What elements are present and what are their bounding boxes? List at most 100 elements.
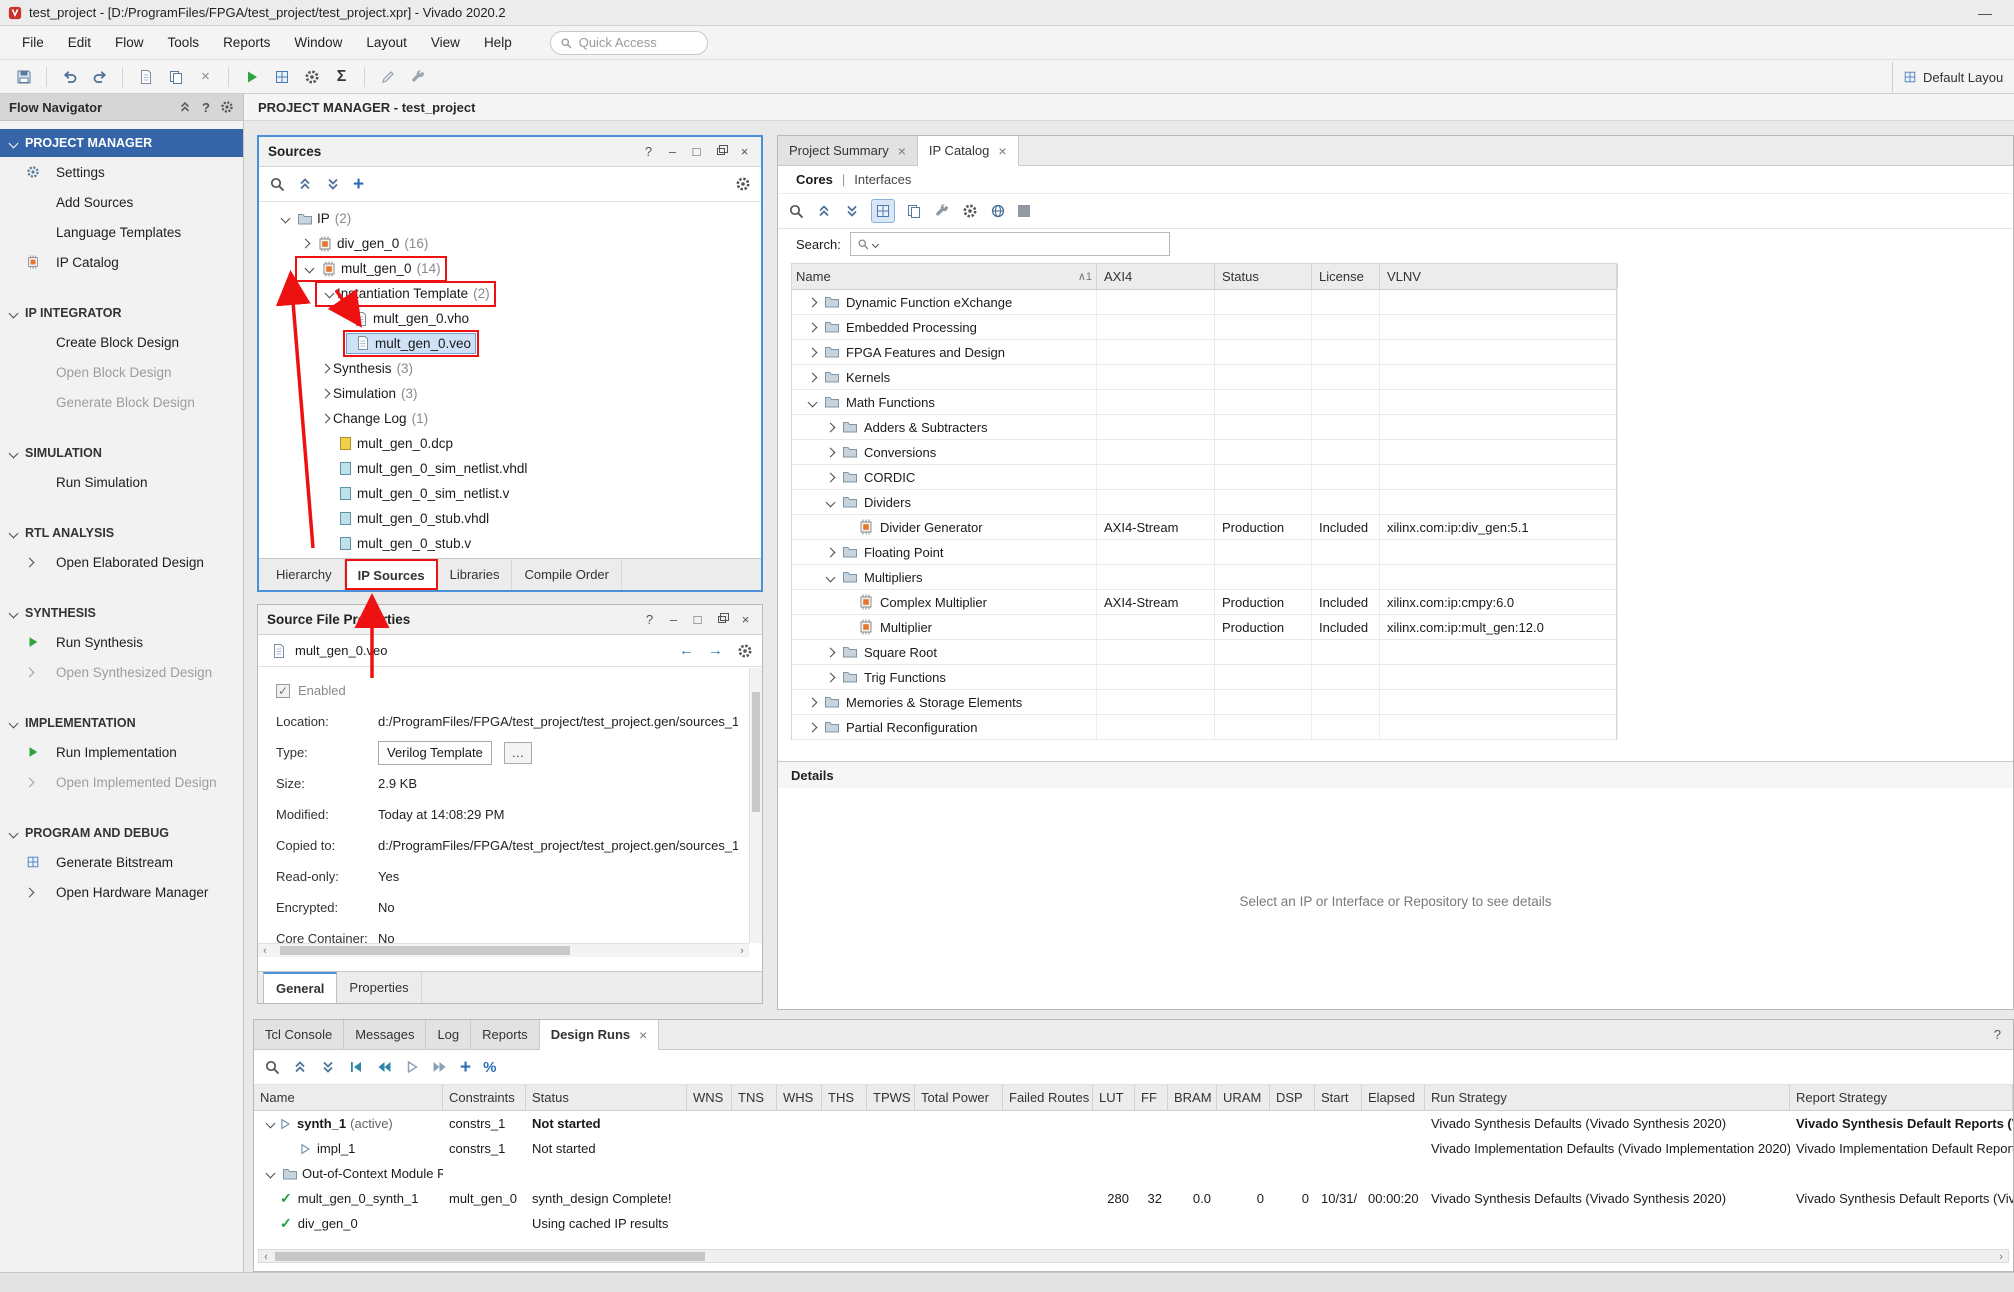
catalog-row-multipliers[interactable]: Multipliers (792, 565, 1616, 590)
menu-layout[interactable]: Layout (354, 26, 419, 59)
steps-icon[interactable] (268, 64, 295, 90)
expand-all-icon[interactable] (325, 176, 341, 192)
help-icon[interactable]: ? (641, 143, 656, 161)
menu-view[interactable]: View (419, 26, 472, 59)
column-header-elapsed[interactable]: Elapsed (1362, 1085, 1425, 1110)
selected-file[interactable]: mult_gen_0.veo (346, 333, 476, 354)
close-icon[interactable]: × (639, 1027, 647, 1043)
copy-icon[interactable] (162, 64, 189, 90)
sidebar-item-open-block-design[interactable]: Open Block Design (0, 357, 243, 387)
menu-file[interactable]: File (10, 26, 56, 59)
expander-icon[interactable] (807, 372, 817, 382)
subtab-interfaces[interactable]: Interfaces (854, 172, 911, 187)
expander-icon[interactable] (825, 547, 835, 557)
tree-item-synthesis[interactable]: Synthesis (3) (259, 356, 761, 381)
catalog-row-fpga-features[interactable]: FPGA Features and Design (792, 340, 1616, 365)
chevron-right-icon[interactable] (25, 777, 35, 787)
subtab-cores[interactable]: Cores (796, 172, 833, 187)
ellipsis-button[interactable]: … (504, 742, 532, 764)
menu-tools[interactable]: Tools (156, 26, 212, 59)
expander-icon[interactable] (807, 347, 817, 357)
sidebar-item-open-implemented-design[interactable]: Open Implemented Design (0, 767, 243, 797)
catalog-row-divider-generator[interactable]: Divider Generator AXI4-Stream Production… (792, 515, 1616, 540)
edit-icon[interactable] (374, 64, 401, 90)
tab-tcl-console[interactable]: Tcl Console (254, 1020, 344, 1049)
tree-item-instantiation-template[interactable]: Instantiation Template (2) (259, 281, 761, 306)
catalog-row-floating-point[interactable]: Floating Point (792, 540, 1616, 565)
tab-hierarchy[interactable]: Hierarchy (264, 559, 345, 590)
column-header-bram[interactable]: BRAM (1168, 1085, 1217, 1110)
scroll-right-icon[interactable]: › (1994, 1250, 2008, 1264)
catalog-row-trig-functions[interactable]: Trig Functions (792, 665, 1616, 690)
step-back-icon[interactable] (376, 1059, 392, 1075)
tree-item-mult-gen-0-veo[interactable]: mult_gen_0.veo (259, 331, 761, 356)
globe-icon[interactable] (990, 203, 1006, 219)
sidebar-item-generate-block-design[interactable]: Generate Block Design (0, 387, 243, 417)
scroll-left-icon[interactable]: ‹ (259, 1250, 273, 1264)
catalog-row-embedded-processing[interactable]: Embedded Processing (792, 315, 1616, 340)
expander-icon[interactable] (825, 447, 835, 457)
launch-run-icon[interactable] (404, 1059, 420, 1075)
column-header-whs[interactable]: WHS (777, 1085, 822, 1110)
catalog-row-cordic[interactable]: CORDIC (792, 465, 1616, 490)
close-icon[interactable]: × (738, 611, 753, 629)
tab-properties[interactable]: Properties (337, 972, 421, 1003)
gear-icon[interactable] (962, 203, 978, 219)
expander-icon[interactable] (825, 422, 835, 432)
tree-item-div-gen-0[interactable]: div_gen_0 (16) (259, 231, 761, 256)
float-icon[interactable] (713, 143, 728, 161)
minimize-window-icon[interactable]: — (1978, 5, 2006, 21)
scroll-right-icon[interactable]: › (735, 944, 749, 958)
add-sources-icon[interactable]: + (353, 175, 364, 194)
sidebar-item-run-synthesis[interactable]: Run Synthesis (0, 627, 243, 657)
tab-design-runs[interactable]: Design Runs × (540, 1020, 660, 1050)
column-header-run-strategy[interactable]: Run Strategy (1425, 1085, 1790, 1110)
chevron-right-icon[interactable] (25, 667, 35, 677)
column-header-name[interactable]: Name ∧1 (792, 264, 1097, 289)
scroll-left-icon[interactable]: ‹ (258, 944, 272, 958)
expander-icon[interactable] (825, 472, 835, 482)
undo-icon[interactable] (56, 64, 83, 90)
column-header-report-strategy[interactable]: Report Strategy (1790, 1085, 2013, 1110)
minimize-icon[interactable]: – (666, 611, 681, 629)
run-icon[interactable] (238, 64, 265, 90)
back-arrow-icon[interactable]: ← (679, 642, 694, 659)
collapse-all-icon[interactable] (178, 100, 192, 114)
sidebar-item-open-hardware-manager[interactable]: Open Hardware Manager (0, 877, 243, 907)
collapse-all-icon[interactable] (292, 1059, 308, 1075)
sources-panel-titlebar[interactable]: Sources ? – □ × (259, 137, 761, 167)
run-row-out-of-context[interactable]: Out-of-Context Module Runs (254, 1161, 2013, 1186)
percent-icon[interactable]: % (483, 1059, 496, 1076)
column-header-tpws[interactable]: TPWS (867, 1085, 915, 1110)
menu-flow[interactable]: Flow (103, 26, 156, 59)
step-forward-icon[interactable] (432, 1059, 448, 1075)
run-row-synth-1[interactable]: synth_1 (active) constrs_1 Not started V… (254, 1111, 2013, 1136)
maximize-icon[interactable]: □ (690, 611, 705, 629)
tree-item-ip[interactable]: IP (2) (259, 206, 761, 231)
chevron-right-icon[interactable] (25, 557, 35, 567)
tree-item-sim-netlist-vhdl[interactable]: mult_gen_0_sim_netlist.vhdl (259, 456, 761, 481)
tree-item-mult-gen-0-vho[interactable]: mult_gen_0.vho (259, 306, 761, 331)
column-header-status[interactable]: Status (526, 1085, 687, 1110)
tab-log[interactable]: Log (426, 1020, 471, 1049)
sidebar-item-ip-catalog[interactable]: IP Catalog (0, 247, 243, 277)
close-icon[interactable]: × (998, 143, 1006, 159)
catalog-row-dividers[interactable]: Dividers (792, 490, 1616, 515)
menu-reports[interactable]: Reports (211, 26, 282, 59)
column-header-wns[interactable]: WNS (687, 1085, 732, 1110)
tree-item-change-log[interactable]: Change Log (1) (259, 406, 761, 431)
gear-icon[interactable] (220, 100, 234, 114)
expander-icon[interactable] (265, 1119, 275, 1129)
default-layout-button[interactable]: Default Layou (1892, 62, 2014, 92)
catalog-row-memories-storage[interactable]: Memories & Storage Elements (792, 690, 1616, 715)
column-header-axi4[interactable]: AXI4 (1097, 264, 1215, 289)
search-icon[interactable] (269, 176, 285, 192)
sidebar-section-synthesis[interactable]: SYNTHESIS (0, 599, 243, 627)
column-header-status[interactable]: Status (1215, 264, 1312, 289)
catalog-row-partial-reconfiguration[interactable]: Partial Reconfiguration (792, 715, 1616, 740)
run-row-impl-1[interactable]: impl_1 constrs_1 Not started Vivado Impl… (254, 1136, 2013, 1161)
catalog-row-math-functions[interactable]: Math Functions (792, 390, 1616, 415)
properties-panel-titlebar[interactable]: Source File Properties ? – □ × (258, 605, 762, 635)
sidebar-section-program-and-debug[interactable]: PROGRAM AND DEBUG (0, 819, 243, 847)
help-icon[interactable]: ? (202, 100, 210, 115)
